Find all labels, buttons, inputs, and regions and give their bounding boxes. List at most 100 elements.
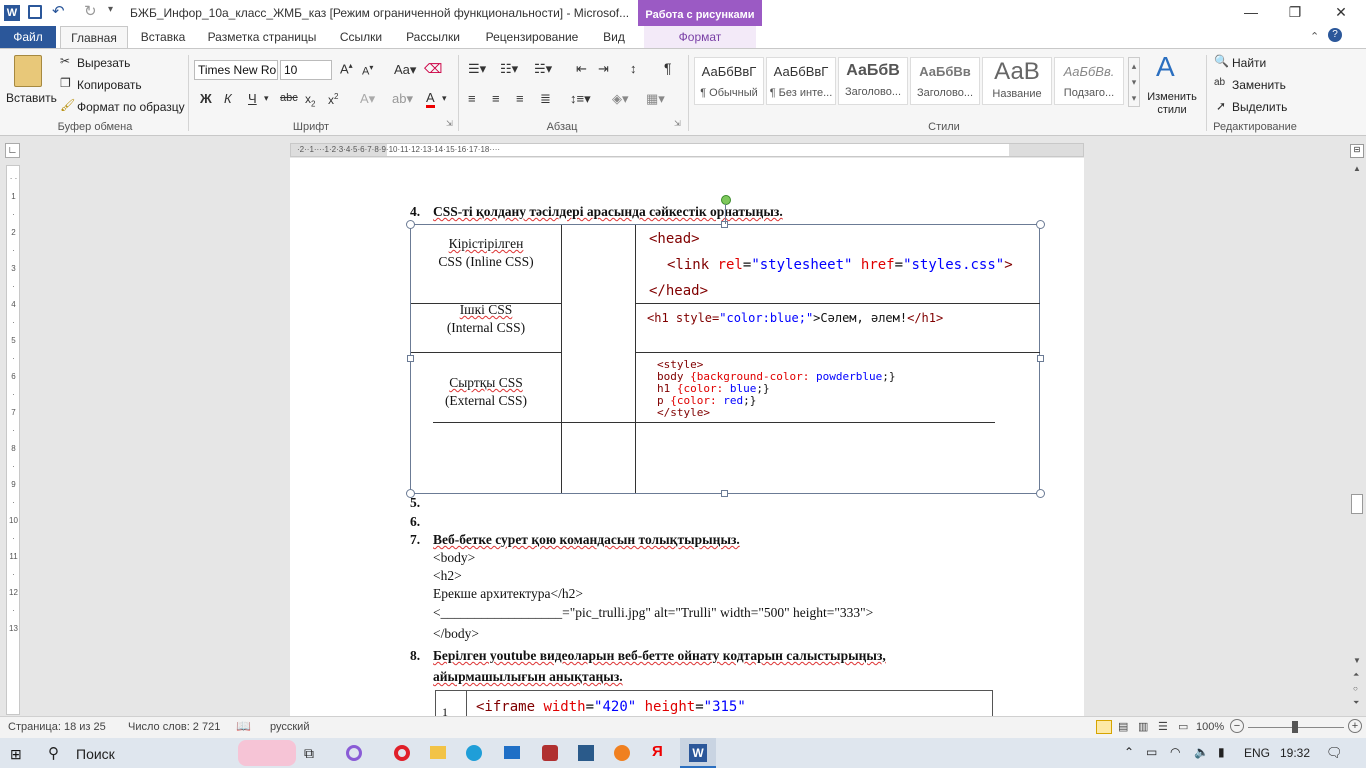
q8-table[interactable]: 1 <iframe width="420" height="315" (435, 690, 993, 716)
prev-page-icon[interactable]: ⏶ (1353, 670, 1359, 680)
print-layout-icon[interactable] (1096, 720, 1112, 734)
numbering-icon[interactable]: ☷▾ (500, 61, 518, 77)
resize-handle[interactable] (407, 355, 414, 362)
show-marks-icon[interactable]: ¶ (664, 60, 672, 76)
strikethrough-icon[interactable]: abc (280, 92, 298, 104)
paste-icon[interactable] (14, 55, 42, 87)
paragraph-dialog-launcher-icon[interactable]: ⇲ (674, 119, 681, 128)
task-view-icon[interactable]: ⧉ (304, 745, 314, 762)
vertical-scrollbar[interactable]: ⊟ ▲ ▼ ⏶ ○ ⏷ (1348, 136, 1366, 716)
volume-icon[interactable]: 🔈 (1194, 745, 1209, 759)
change-case-icon[interactable]: Aa▾ (394, 62, 416, 78)
full-screen-icon[interactable]: ▤ (1118, 720, 1128, 733)
shrink-font-icon[interactable]: A▾ (362, 63, 373, 78)
style-heading-1[interactable]: АаБбВ Заголово... (838, 57, 908, 105)
redo-icon[interactable]: ↻ (84, 2, 97, 20)
app-icon[interactable] (542, 745, 558, 761)
resize-handle[interactable] (406, 220, 415, 229)
tab-page-layout[interactable]: Разметка страницы (200, 26, 324, 48)
resize-handle[interactable] (721, 490, 728, 497)
format-painter-icon[interactable]: 🖌 (60, 98, 75, 112)
find-button[interactable]: Найти (1232, 56, 1266, 70)
decrease-indent-icon[interactable]: ⇤ (576, 61, 587, 77)
yandex-icon[interactable]: Я (652, 743, 663, 760)
word-taskbar-icon[interactable]: W (680, 738, 716, 768)
cut-icon[interactable]: ✂ (60, 54, 70, 68)
copy-button[interactable]: Копировать (77, 78, 142, 92)
notifications-icon[interactable]: 🗨 (1326, 745, 1343, 761)
paste-button[interactable]: Вставить (6, 91, 57, 105)
resize-handle[interactable] (1037, 355, 1044, 362)
style-normal[interactable]: АаБбВвГ ¶ Обычный (694, 57, 764, 105)
replace-button[interactable]: Заменить (1232, 78, 1286, 92)
mic-icon[interactable]: ▮ (1218, 745, 1225, 759)
opera-icon[interactable] (394, 745, 410, 761)
replace-icon[interactable]: ab (1214, 77, 1225, 88)
draft-icon[interactable]: ▭ (1178, 720, 1188, 733)
resize-handle[interactable] (1036, 489, 1045, 498)
resize-handle[interactable] (1036, 220, 1045, 229)
outline-icon[interactable]: ☰ (1158, 720, 1168, 733)
zoom-level[interactable]: 100% (1196, 721, 1224, 733)
bold-icon[interactable]: Ж (200, 91, 212, 106)
increase-indent-icon[interactable]: ⇥ (598, 61, 609, 77)
photos-icon[interactable] (578, 745, 594, 761)
format-painter-button[interactable]: Формат по образцу (77, 100, 185, 114)
rotate-handle[interactable] (721, 195, 731, 205)
tab-file[interactable]: Файл (0, 26, 56, 48)
zoom-slider-thumb[interactable] (1292, 721, 1298, 733)
save-icon[interactable] (28, 5, 42, 19)
scroll-up-icon[interactable]: ▲ (1353, 164, 1361, 173)
network-icon[interactable]: ◠ (1170, 745, 1180, 759)
next-page-icon[interactable]: ⏷ (1353, 698, 1359, 708)
grow-font-icon[interactable]: A▴ (340, 61, 353, 76)
text-effects-icon[interactable]: A▾ (360, 91, 375, 107)
tab-review[interactable]: Рецензирование (474, 26, 590, 48)
tab-insert[interactable]: Вставка (132, 26, 194, 48)
tab-references[interactable]: Ссылки (330, 26, 392, 48)
font-dialog-launcher-icon[interactable]: ⇲ (446, 119, 453, 128)
page-count[interactable]: Страница: 18 из 25 (8, 721, 106, 733)
document-page[interactable]: 4. CSS-ті қолдану тәсілдері арасында сәй… (290, 158, 1084, 716)
italic-icon[interactable]: К (224, 91, 232, 106)
proofing-icon[interactable]: 📖 (236, 719, 251, 733)
mail-icon[interactable] (504, 746, 520, 759)
borders-icon[interactable]: ▦▾ (646, 91, 665, 107)
undo-icon[interactable]: ↶ (52, 2, 65, 20)
align-right-icon[interactable]: ≡ (516, 91, 524, 106)
cortana-icon[interactable] (346, 745, 362, 761)
tab-view[interactable]: Вид (596, 26, 632, 48)
copy-icon[interactable]: ❐ (60, 76, 71, 90)
font-size-combo[interactable]: 10 (280, 60, 332, 80)
select-icon[interactable]: ➚ (1216, 99, 1226, 113)
superscript-icon[interactable]: x2 (328, 92, 338, 107)
quick-access-menu-icon[interactable]: ▾ (108, 4, 113, 15)
select-button[interactable]: Выделить (1232, 100, 1287, 114)
find-icon[interactable]: 🔍 (1214, 54, 1229, 68)
shading-icon[interactable]: ◈▾ (612, 91, 629, 107)
scroll-thumb[interactable] (1351, 494, 1363, 514)
justify-icon[interactable]: ≣ (540, 91, 551, 107)
scroll-down-icon[interactable]: ▼ (1353, 656, 1361, 665)
restore-icon[interactable]: ❐ (1280, 4, 1310, 22)
tab-home[interactable]: Главная (60, 26, 128, 49)
style-subtitle[interactable]: АаБбВв. Подзаго... (1054, 57, 1124, 105)
style-heading-2[interactable]: АаБбВв Заголово... (910, 57, 980, 105)
edge-icon[interactable] (466, 745, 482, 761)
bullets-icon[interactable]: ☰▾ (468, 61, 486, 77)
help-icon[interactable]: ? (1328, 28, 1342, 42)
underline-dropdown-icon[interactable]: ▾ (264, 93, 269, 104)
tab-selector-icon[interactable]: ∟ (5, 143, 20, 158)
vertical-ruler[interactable]: · · 1 · 2 · 3 · 4 · 5 · 6 · 7 · 8 · 9 · … (6, 165, 20, 715)
sort-icon[interactable]: ↕ (630, 61, 637, 76)
tray-chevron-icon[interactable]: ⌃ (1124, 745, 1134, 759)
subscript-icon[interactable]: x2 (305, 92, 315, 108)
word-count[interactable]: Число слов: 2 721 (128, 721, 220, 733)
word-icon[interactable]: W (4, 5, 20, 21)
cut-button[interactable]: Вырезать (77, 56, 130, 70)
close-icon[interactable]: ✕ (1326, 4, 1356, 22)
minimize-ribbon-icon[interactable]: ⌃ (1310, 30, 1319, 43)
app-icon[interactable] (614, 745, 630, 761)
search-icon[interactable]: ⚲ (48, 744, 59, 762)
explorer-icon[interactable] (430, 746, 446, 759)
